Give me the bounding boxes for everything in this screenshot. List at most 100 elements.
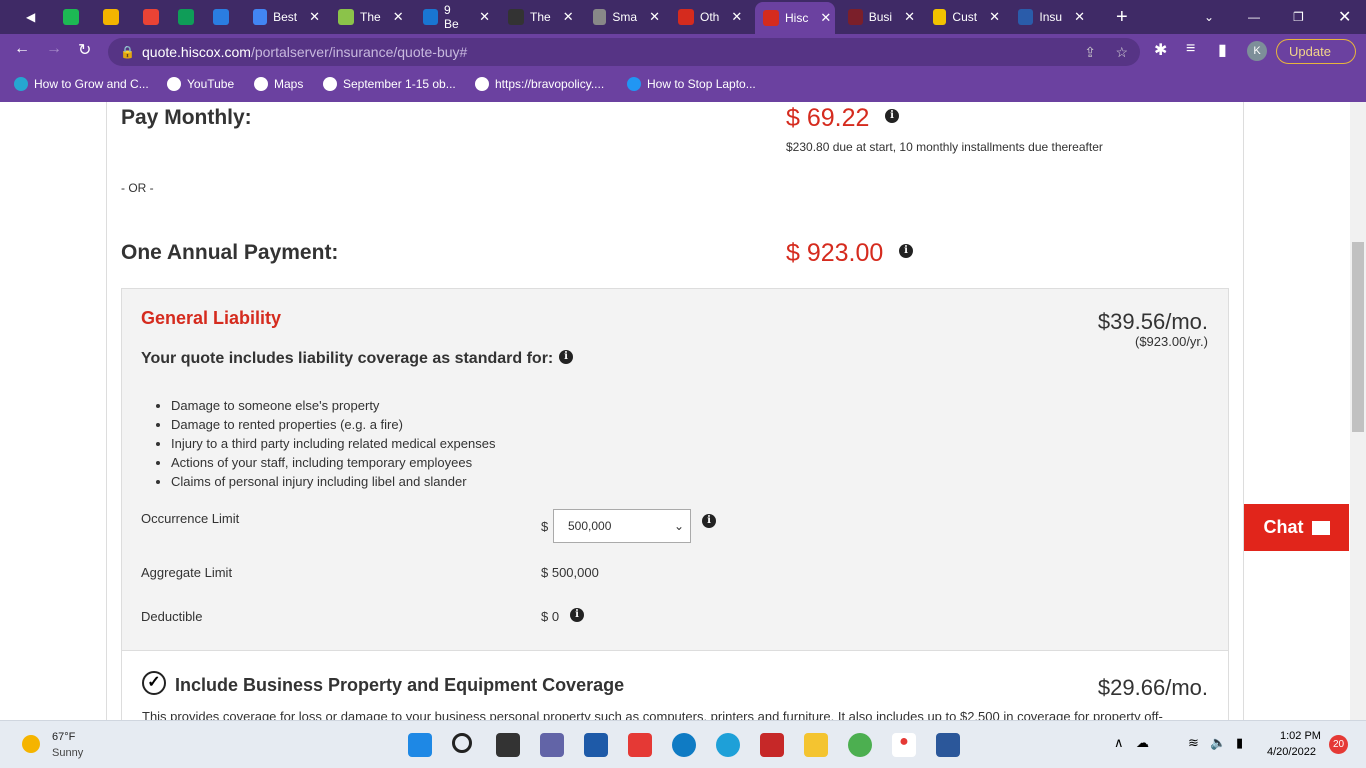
tab-close-icon[interactable]: ✕ — [904, 9, 915, 25]
info-icon[interactable]: i — [899, 244, 913, 258]
address-bar[interactable]: 🔒 quote.hiscox.com/portalserver/insuranc… — [108, 38, 1140, 66]
clock-time[interactable]: 1:02 PM — [1280, 730, 1321, 742]
onedrive-icon[interactable]: ☁ — [1136, 735, 1149, 751]
browser-tab[interactable]: Oth ✕ — [670, 4, 745, 30]
url-path: /portalserver/insurance/quote-buy# — [250, 44, 468, 60]
browser-tab[interactable] — [170, 4, 200, 30]
coverage-item: Damage to someone else's property — [171, 396, 495, 415]
scrollbar-thumb[interactable] — [1352, 242, 1364, 432]
tab-close-icon[interactable]: ✕ — [1074, 9, 1085, 25]
info-icon[interactable]: i — [885, 109, 899, 123]
file-explorer-icon[interactable] — [804, 733, 828, 757]
weather-temp[interactable]: 67°F — [52, 731, 75, 743]
edge-icon[interactable] — [672, 733, 696, 757]
wifi-icon[interactable]: ≋ — [1188, 735, 1199, 751]
chat-bubble-icon — [1311, 520, 1330, 535]
media-icon[interactable]: ≡ — [1186, 40, 1195, 58]
clock-date[interactable]: 4/20/2022 — [1267, 746, 1316, 758]
tab-close-icon[interactable]: ✕ — [649, 9, 660, 25]
browser-tab[interactable]: 9 Be ✕ — [415, 3, 490, 31]
tab-strip: ◀ Best ✕ The ✕ 9 Be ✕ The ✕ Sma ✕ Oth ✕ Hisc ✕ Busi ✕ Cu… — [0, 0, 1366, 34]
store-icon[interactable] — [584, 733, 608, 757]
browser-tab[interactable]: Busi ✕ — [840, 4, 915, 30]
browser-tab[interactable]: Sma ✕ — [585, 4, 660, 30]
bookmark-favicon-icon — [14, 77, 28, 91]
teams-icon[interactable] — [540, 733, 564, 757]
profile-avatar[interactable]: K — [1247, 41, 1267, 61]
mcafee-icon[interactable] — [760, 733, 784, 757]
tab-favicon-icon — [103, 9, 119, 25]
restore-button[interactable]: ❐ — [1285, 4, 1304, 30]
tab-favicon-icon — [143, 9, 159, 25]
minimize-button[interactable]: — — [1240, 4, 1260, 30]
bookmark-item[interactable]: https://bravopolicy.... — [475, 77, 604, 91]
tab-close-icon[interactable]: ✕ — [989, 9, 1000, 25]
chat-button[interactable]: Chat — [1244, 504, 1349, 551]
new-tab-button[interactable]: + — [1108, 4, 1128, 30]
back-icon[interactable]: ← — [14, 40, 30, 58]
update-button[interactable]: Update ⋮ — [1276, 39, 1356, 82]
aggregate-limit-value: $ 500,000 — [541, 565, 599, 580]
share-icon[interactable]: ⇪ — [1084, 38, 1096, 66]
tab-close-icon[interactable]: ✕ — [820, 10, 831, 26]
tab-search-icon[interactable]: ⌄ — [1196, 4, 1214, 30]
bookmark-label: YouTube — [187, 77, 235, 91]
tab-close-icon[interactable]: ✕ — [563, 9, 574, 25]
asana-icon[interactable]: ● — [892, 733, 916, 757]
chrome-icon[interactable] — [848, 733, 872, 757]
property-section: ✓ Include Business Property and Equipmen… — [121, 651, 1229, 720]
tab-close-icon[interactable]: ✕ — [731, 9, 742, 25]
browser-tab[interactable] — [205, 4, 235, 30]
coverage-list: Damage to someone else's propertyDamage … — [171, 396, 495, 491]
bookmark-star-icon[interactable]: ☆ — [1115, 38, 1128, 66]
forward-icon[interactable]: → — [46, 40, 62, 58]
help-icon[interactable] — [716, 733, 740, 757]
bookmark-item[interactable]: September 1-15 ob... — [323, 77, 456, 91]
tab-favicon-icon — [253, 9, 268, 25]
browser-tab[interactable]: The ✕ — [330, 4, 405, 30]
occurrence-limit-select[interactable]: 500,000 ⌄ — [553, 509, 691, 543]
bookmark-item[interactable]: Maps — [254, 77, 303, 91]
bookmarks-bar: How to Grow and C... YouTube Maps September… — [0, 68, 1366, 102]
close-window-button[interactable]: ✕ — [1330, 4, 1351, 30]
browser-tab[interactable]: The ✕ — [500, 4, 575, 30]
audio-icon[interactable]: ◀ — [18, 4, 35, 30]
browser-tab[interactable] — [95, 4, 125, 30]
tab-favicon-icon — [63, 9, 79, 25]
property-monthly: $29.66/mo. — [1097, 675, 1208, 700]
search-icon[interactable] — [452, 733, 472, 753]
word-icon[interactable] — [936, 733, 960, 757]
browser-tab[interactable]: Best ✕ — [245, 4, 320, 30]
bookmark-item[interactable]: YouTube — [167, 77, 234, 91]
info-icon[interactable]: i — [559, 350, 573, 364]
checkmark-icon[interactable]: ✓ — [142, 671, 166, 695]
info-icon[interactable]: i — [702, 514, 716, 528]
app-icon[interactable] — [628, 733, 652, 757]
tab-close-icon[interactable]: ✕ — [309, 9, 320, 25]
task-view-icon[interactable] — [496, 733, 520, 757]
start-icon[interactable] — [408, 733, 432, 757]
browser-tab[interactable] — [135, 4, 165, 30]
notification-badge[interactable]: 20 — [1329, 735, 1348, 754]
browser-tab[interactable]: Insu ✕ — [1010, 4, 1085, 30]
info-icon[interactable]: i — [570, 608, 584, 622]
bookmark-item[interactable]: How to Grow and C... — [14, 77, 149, 91]
url-host: quote.hiscox.com — [142, 44, 251, 60]
browser-tab[interactable] — [55, 4, 85, 30]
tab-favicon-icon — [1018, 9, 1034, 25]
weather-condition[interactable]: Sunny — [52, 747, 83, 759]
side-panel-icon[interactable]: ▮ — [1218, 40, 1227, 60]
tab-close-icon[interactable]: ✕ — [393, 9, 404, 25]
tab-favicon-icon — [508, 9, 524, 25]
volume-icon[interactable]: 🔈 — [1210, 735, 1226, 751]
browser-tab[interactable]: Hisc ✕ — [755, 2, 835, 34]
battery-icon[interactable]: ▮ — [1236, 735, 1243, 751]
extensions-icon[interactable]: ✱ — [1154, 40, 1167, 60]
browser-tab[interactable]: Cust ✕ — [925, 4, 1000, 30]
tray-chevron-icon[interactable]: ∧ — [1114, 735, 1124, 751]
tab-favicon-icon — [338, 9, 354, 25]
reload-icon[interactable]: ↻ — [78, 40, 91, 60]
tab-favicon-icon — [423, 9, 438, 25]
tab-close-icon[interactable]: ✕ — [479, 9, 490, 25]
bookmark-item[interactable]: How to Stop Lapto... — [627, 77, 756, 91]
